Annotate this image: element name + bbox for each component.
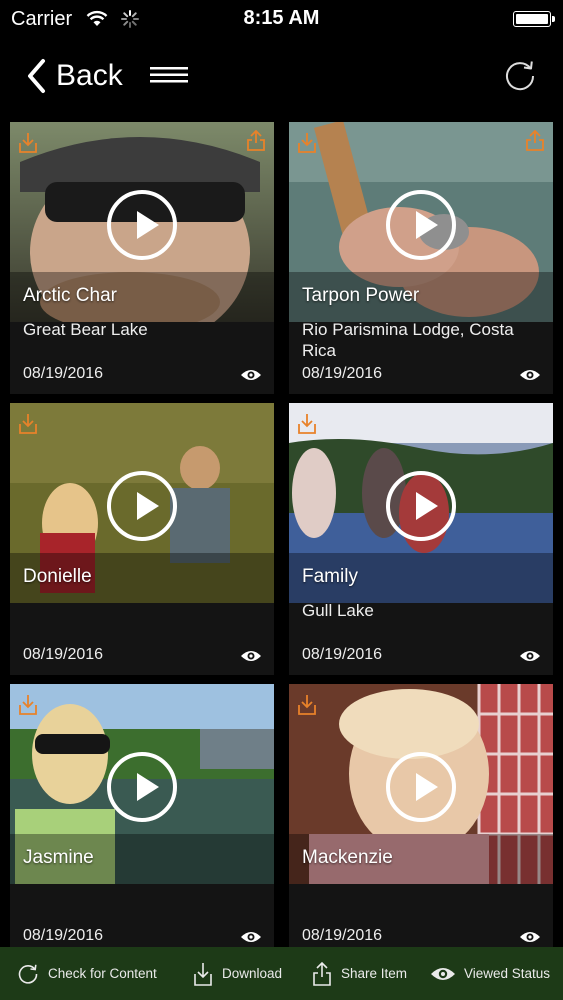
download-icon[interactable] — [297, 694, 317, 721]
back-label: Back — [56, 59, 123, 92]
refresh-icon — [506, 61, 535, 91]
navigation-bar: Back — [0, 40, 563, 110]
video-card[interactable]: Arctic Char Great Bear Lake 08/19/2016 — [10, 122, 274, 394]
video-grid: Arctic Char Great Bear Lake 08/19/2016 T… — [0, 112, 563, 956]
video-location: Great Bear Lake — [23, 320, 148, 339]
back-button[interactable]: Back — [26, 56, 123, 96]
video-date: 08/19/2016 — [302, 927, 383, 944]
share-icon — [313, 961, 331, 986]
video-location: Rio Parismina Lodge, Costa Rica — [302, 320, 514, 360]
download-icon[interactable] — [18, 694, 38, 721]
play-icon[interactable] — [386, 471, 456, 541]
video-card[interactable]: Donielle 08/19/2016 — [10, 403, 274, 675]
video-location: Gull Lake — [302, 601, 374, 620]
video-card[interactable]: Tarpon Power Rio Parismina Lodge, Costa … — [289, 122, 553, 394]
download-icon[interactable] — [297, 413, 317, 440]
status-bar: Carrier 8:15 AM — [0, 0, 563, 40]
refresh-button[interactable] — [502, 58, 538, 99]
play-icon[interactable] — [107, 752, 177, 822]
download-icon[interactable] — [297, 132, 317, 159]
download-icon — [194, 962, 212, 986]
download-icon[interactable] — [18, 413, 38, 440]
video-title: Donielle — [23, 566, 92, 587]
play-icon[interactable] — [107, 190, 177, 260]
viewed-status-label: Viewed Status — [464, 966, 551, 981]
video-date: 08/19/2016 — [23, 927, 104, 944]
battery-icon — [513, 11, 555, 27]
video-title: Mackenzie — [302, 847, 393, 868]
eye-icon — [519, 368, 541, 387]
video-card[interactable]: Family Gull Lake 08/19/2016 — [289, 403, 553, 675]
eye-icon — [240, 368, 262, 387]
eye-icon — [431, 967, 455, 980]
refresh-icon — [18, 964, 38, 984]
play-icon[interactable] — [386, 752, 456, 822]
share-item-button[interactable]: Share Item — [311, 947, 407, 1000]
share-icon[interactable] — [525, 129, 545, 157]
play-icon[interactable] — [107, 471, 177, 541]
clock: 8:15 AM — [243, 7, 320, 29]
video-card[interactable]: Jasmine 08/19/2016 — [10, 684, 274, 956]
video-title: Jasmine — [23, 847, 94, 868]
video-date: 08/19/2016 — [302, 646, 383, 663]
download-label: Download — [222, 966, 283, 981]
video-date: 08/19/2016 — [23, 365, 104, 382]
viewed-status-button[interactable]: Viewed Status — [430, 947, 550, 1000]
share-item-label: Share Item — [341, 966, 408, 981]
check-for-content-button[interactable]: Check for Content — [16, 947, 157, 1000]
share-icon[interactable] — [246, 129, 266, 157]
video-date: 08/19/2016 — [302, 365, 383, 382]
bottom-toolbar: Check for Content Download Share Item Vi… — [0, 947, 563, 1000]
video-title: Family — [302, 566, 358, 587]
eye-icon — [519, 649, 541, 668]
menu-button[interactable] — [150, 66, 188, 89]
hamburger-menu-icon — [150, 67, 188, 83]
download-button[interactable]: Download — [192, 947, 282, 1000]
video-title: Tarpon Power — [302, 285, 420, 306]
chevron-left-icon — [28, 59, 45, 93]
video-title: Arctic Char — [23, 285, 117, 306]
video-date: 08/19/2016 — [23, 646, 104, 663]
play-icon[interactable] — [386, 190, 456, 260]
download-icon[interactable] — [18, 132, 38, 159]
check-for-content-label: Check for Content — [48, 966, 157, 981]
eye-icon — [240, 649, 262, 668]
video-card[interactable]: Mackenzie 08/19/2016 — [289, 684, 553, 956]
